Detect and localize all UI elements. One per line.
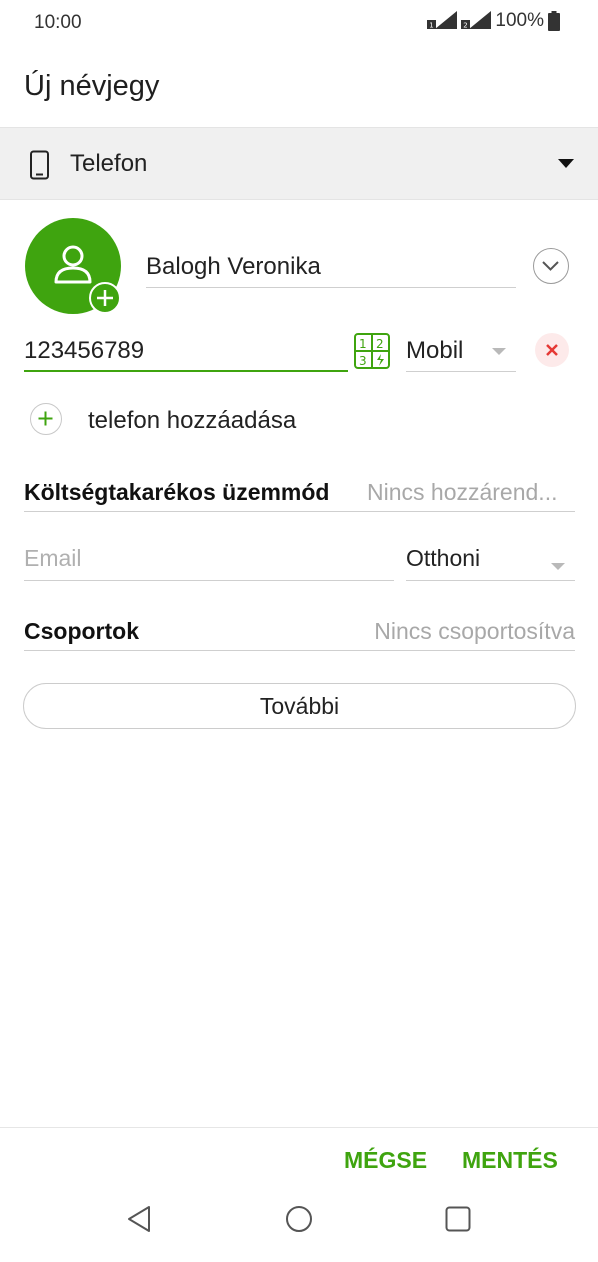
dropdown-caret-icon bbox=[558, 159, 574, 168]
add-phone-label[interactable]: telefon hozzáadása bbox=[88, 407, 296, 435]
status-icons: 1 2 100% bbox=[427, 10, 560, 32]
email-field[interactable]: Email bbox=[24, 545, 394, 581]
sim1-signal-icon: 1 bbox=[427, 11, 458, 30]
phone-number-field[interactable]: 123456789 bbox=[24, 330, 348, 372]
status-time: 10:00 bbox=[34, 12, 82, 33]
svg-text:2: 2 bbox=[376, 337, 384, 351]
page-title: Új névjegy bbox=[24, 70, 160, 102]
person-icon bbox=[54, 245, 92, 284]
battery-icon bbox=[548, 11, 560, 31]
dropdown-caret-icon bbox=[551, 563, 565, 570]
add-phone-button[interactable] bbox=[30, 403, 62, 435]
sim2-signal-icon: 2 bbox=[461, 11, 492, 30]
expand-name-button[interactable] bbox=[533, 248, 569, 284]
svg-text:2: 2 bbox=[464, 22, 468, 30]
back-icon[interactable] bbox=[126, 1204, 152, 1234]
phone-type-select[interactable]: Mobil bbox=[406, 330, 516, 372]
phone-device-icon bbox=[30, 150, 49, 180]
chevron-down-icon bbox=[542, 261, 559, 271]
svg-text:1: 1 bbox=[430, 22, 434, 30]
plus-icon bbox=[38, 411, 53, 426]
system-nav-bar bbox=[0, 1190, 598, 1262]
contact-photo-button[interactable] bbox=[25, 218, 121, 314]
cost-saving-label: Költségtakarékos üzemmód bbox=[24, 479, 330, 505]
divider bbox=[0, 1127, 598, 1128]
account-label: Telefon bbox=[70, 150, 148, 177]
name-field[interactable]: Balogh Veronika bbox=[146, 244, 516, 288]
phone-type-value: Mobil bbox=[406, 337, 464, 364]
cost-saving-row[interactable]: Költségtakarékos üzemmód Nincs hozzárend… bbox=[24, 479, 575, 512]
svg-text:1: 1 bbox=[359, 337, 367, 351]
save-button[interactable]: MENTÉS bbox=[462, 1147, 558, 1174]
groups-label: Csoportok bbox=[24, 618, 139, 644]
recents-icon[interactable] bbox=[444, 1204, 472, 1234]
svg-text:3: 3 bbox=[359, 354, 367, 368]
battery-percent: 100% bbox=[495, 10, 544, 31]
speed-dial-icon[interactable]: 1 2 3 bbox=[354, 333, 390, 369]
email-type-value: Otthoni bbox=[406, 545, 481, 571]
cancel-button[interactable]: MÉGSE bbox=[344, 1147, 427, 1174]
groups-value: Nincs csoportosítva bbox=[374, 618, 575, 644]
plus-icon bbox=[97, 290, 113, 306]
remove-phone-button[interactable] bbox=[535, 333, 569, 367]
home-icon[interactable] bbox=[285, 1204, 313, 1234]
status-bar: 10:00 1 2 100% bbox=[0, 0, 598, 46]
email-type-select[interactable]: Otthoni bbox=[406, 545, 575, 581]
more-fields-button[interactable]: További bbox=[23, 683, 576, 729]
close-icon bbox=[546, 344, 558, 356]
cost-saving-value: Nincs hozzárend... bbox=[367, 479, 558, 505]
account-selector[interactable]: Telefon bbox=[0, 127, 598, 200]
dropdown-caret-icon bbox=[492, 348, 506, 355]
add-photo-badge[interactable] bbox=[89, 282, 121, 314]
groups-row[interactable]: Csoportok Nincs csoportosítva bbox=[24, 618, 575, 651]
